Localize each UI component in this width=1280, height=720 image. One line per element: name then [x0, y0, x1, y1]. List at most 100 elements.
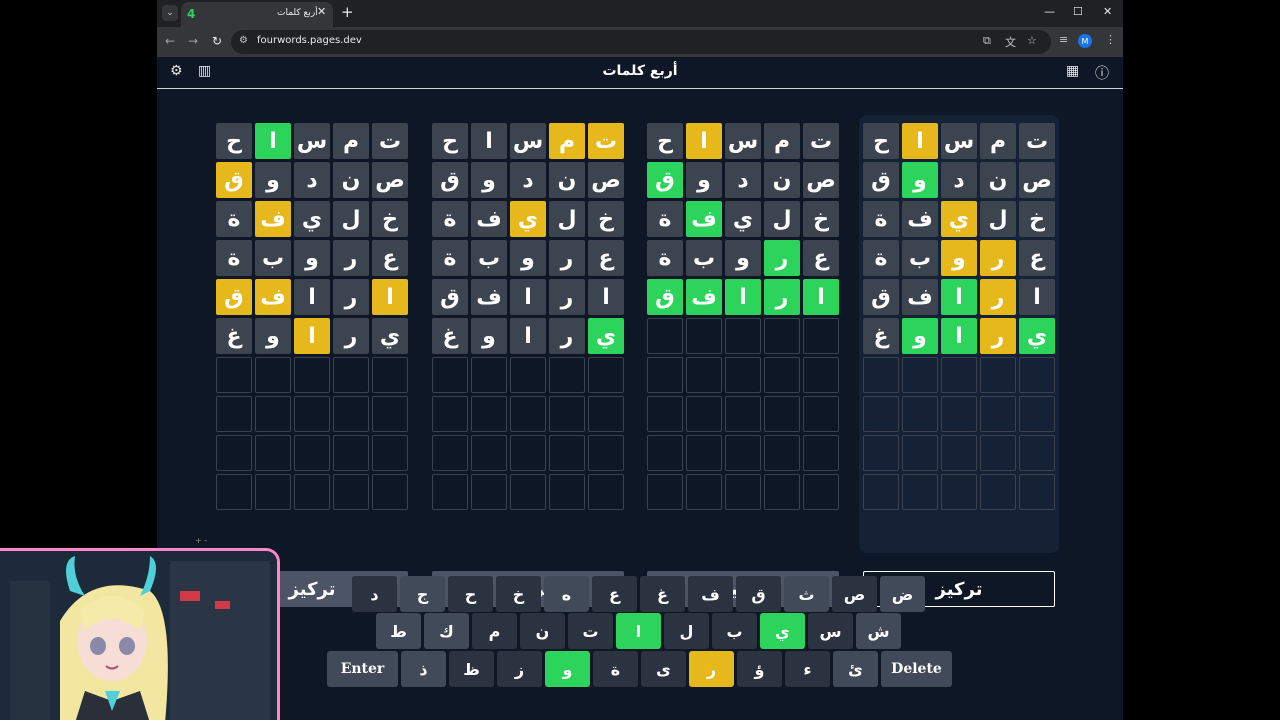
browser-menu-icon[interactable]: ⋮: [1105, 33, 1116, 46]
keyboard-key[interactable]: ئ: [833, 651, 878, 687]
tab-search-dropdown[interactable]: ⌄: [162, 5, 178, 21]
keyboard-key[interactable]: ص: [832, 576, 877, 612]
extensions-icon[interactable]: ≡: [1059, 33, 1068, 46]
tab-close-icon[interactable]: ✕: [317, 5, 326, 18]
app-container: ⚙ ▥ أربع كلمات ▦ ⓘ تمساحصندوقخليفةعروبةا…: [157, 57, 1123, 720]
board-cell: [294, 474, 330, 510]
calendar-icon[interactable]: ▦: [1066, 63, 1079, 79]
board-cell: ح: [432, 123, 468, 159]
minimize-button[interactable]: —: [1044, 5, 1055, 18]
keyboard-key[interactable]: ك: [424, 613, 469, 649]
board-2[interactable]: تمساحصندوقخليفةعروبةارافقتركيز: [643, 115, 843, 607]
keyboard-key[interactable]: ل: [664, 613, 709, 649]
install-app-icon[interactable]: ⧉: [983, 34, 991, 48]
board-cell: ا: [941, 318, 977, 354]
board-cell: ر: [980, 279, 1016, 315]
keyboard-key[interactable]: د: [352, 576, 397, 612]
board-cell: [686, 396, 722, 432]
bookmark-star-icon[interactable]: ☆: [1027, 34, 1037, 47]
board-3[interactable]: تمساحصندوقخليفةعروبةارافقيراوغتركيز: [428, 115, 628, 607]
board-cell: [902, 474, 938, 510]
board-cell: [588, 357, 624, 393]
board-cell: [863, 396, 899, 432]
board-cell: و: [255, 318, 291, 354]
keyboard-key[interactable]: ظ: [449, 651, 494, 687]
board-cell: [216, 474, 252, 510]
maximize-button[interactable]: ☐: [1073, 5, 1083, 18]
enter-key[interactable]: Enter: [327, 651, 398, 687]
keyboard-key[interactable]: ط: [376, 613, 421, 649]
board-cell: ق: [216, 279, 252, 315]
translate-icon[interactable]: 文: [1005, 34, 1016, 50]
board-cell: [1019, 474, 1055, 510]
browser-tab[interactable]: 4 أربع كلمات ✕: [181, 2, 333, 27]
keyboard-key[interactable]: ى: [641, 651, 686, 687]
board-cell: ر: [764, 240, 800, 276]
keyboard-key[interactable]: ش: [856, 613, 901, 649]
board-cell: ر: [549, 279, 585, 315]
keyboard-key[interactable]: ي: [760, 613, 805, 649]
keyboard-key[interactable]: ة: [593, 651, 638, 687]
board-cell: [471, 474, 507, 510]
keyboard-key[interactable]: ع: [592, 576, 637, 612]
keyboard-key[interactable]: و: [545, 651, 590, 687]
keyboard-key[interactable]: ؤ: [737, 651, 782, 687]
keyboard-key[interactable]: غ: [640, 576, 685, 612]
profile-avatar[interactable]: M: [1078, 34, 1092, 48]
forward-button[interactable]: →: [188, 34, 198, 48]
keyboard-key[interactable]: ء: [785, 651, 830, 687]
board-1[interactable]: ت م س ا ح ص ن د و ق خ ل ي ف ة ع ر و ب ة ا ر ا ف ق ي ر ا و غ تركيز: [859, 115, 1059, 607]
board-4[interactable]: ت م س ا ح ص ن د و ق خ ل ي ف ة ع ر و ب ة ا ر ا ف ق ي ر ا و غ تركيز: [212, 115, 412, 607]
keyboard-key[interactable]: ق: [736, 576, 781, 612]
keyboard-key[interactable]: ث: [784, 576, 829, 612]
keyboard-key[interactable]: ح: [448, 576, 493, 612]
keyboard-key[interactable]: ن: [520, 613, 565, 649]
board-cell: [647, 357, 683, 393]
board-cell: خ: [372, 201, 408, 237]
keyboard-key[interactable]: ذ: [401, 651, 446, 687]
board-cell: ب: [902, 240, 938, 276]
board-cell: [510, 396, 546, 432]
board-cell: [549, 357, 585, 393]
keyboard-key[interactable]: س: [808, 613, 853, 649]
keyboard-key[interactable]: م: [472, 613, 517, 649]
keyboard-key[interactable]: ج: [400, 576, 445, 612]
board-cell: [902, 357, 938, 393]
board-cell: ل: [764, 201, 800, 237]
board-cell: [333, 357, 369, 393]
board-cell: ة: [432, 240, 468, 276]
board-cell: ف: [471, 201, 507, 237]
keyboard-key[interactable]: ف: [688, 576, 733, 612]
keyboard-key[interactable]: ا: [616, 613, 661, 649]
new-tab-button[interactable]: +: [341, 3, 354, 21]
board-cell: [941, 435, 977, 471]
address-row: ← → ↻ ⚙ fourwords.pages.dev ⧉ 文 ☆ ≡ ⋮: [157, 27, 1123, 57]
board-cell: ر: [333, 318, 369, 354]
delete-key[interactable]: Delete: [881, 651, 952, 687]
reload-button[interactable]: ↻: [212, 34, 222, 48]
keyboard-key[interactable]: ب: [712, 613, 757, 649]
app-title: أربع كلمات: [602, 63, 678, 79]
board-cell: ا: [255, 123, 291, 159]
keyboard-key[interactable]: ه: [544, 576, 589, 612]
board-cell: [941, 396, 977, 432]
site-info-icon[interactable]: ⚙: [239, 35, 248, 46]
info-icon[interactable]: ⓘ: [1095, 63, 1109, 83]
back-button[interactable]: ←: [165, 34, 175, 48]
board-cell: [255, 357, 291, 393]
board-cell: [1019, 357, 1055, 393]
keyboard-key[interactable]: ر: [689, 651, 734, 687]
keyboard-key[interactable]: ض: [880, 576, 925, 612]
close-window-button[interactable]: ✕: [1103, 5, 1112, 18]
board-cell: [764, 396, 800, 432]
board-cell: [902, 435, 938, 471]
address-bar[interactable]: ⚙ fourwords.pages.dev ⧉ 文 ☆: [231, 30, 1051, 54]
keyboard-key[interactable]: ت: [568, 613, 613, 649]
board-cell: ا: [803, 279, 839, 315]
tab-bar: ⌄ 4 أربع كلمات ✕ + — ☐ ✕: [157, 0, 1123, 27]
keyboard-key[interactable]: خ: [496, 576, 541, 612]
board-cell: خ: [1019, 201, 1055, 237]
keyboard-key[interactable]: ز: [497, 651, 542, 687]
board-cell: [980, 474, 1016, 510]
board-cell: ص: [1019, 162, 1055, 198]
